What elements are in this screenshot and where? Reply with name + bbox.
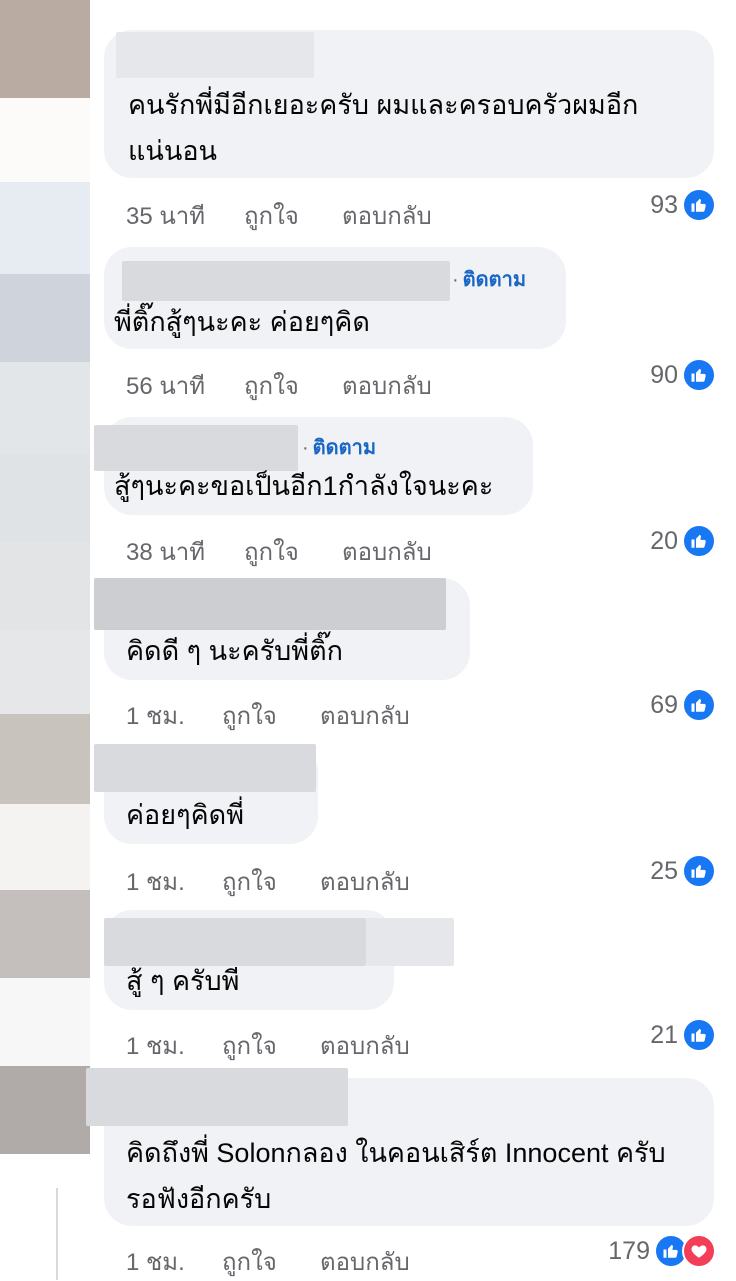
heart-icon — [682, 1234, 716, 1268]
comment-text: ค่อยๆคิดพี่ — [126, 800, 244, 830]
comment-actions: 56 นาที ถูกใจ ตอบกลับ — [126, 366, 432, 405]
comment-actions: 1 ชม. ถูกใจ ตอบกลับ — [126, 1242, 410, 1281]
avatar[interactable] — [0, 454, 90, 542]
follow-link[interactable]: · ติดตาม — [302, 431, 376, 463]
commenter-name-blurred[interactable] — [116, 32, 314, 78]
follow-label: ติดตาม — [312, 437, 377, 459]
comment-bubble[interactable]: สู้ ๆ ครับพี — [104, 910, 454, 1010]
reply-button[interactable]: ตอบกลับ — [342, 532, 432, 571]
comment-actions: 1 ชม. ถูกใจ ตอบกลับ — [126, 1026, 410, 1065]
comment-text: คนรักพี่มีอีกเยอะครับ ผมและครอบครัวผมอีก… — [128, 90, 639, 166]
avatar — [0, 804, 90, 890]
comment-actions: 1 ชม. ถูกใจ ตอบกลับ — [126, 696, 410, 735]
comment-text: สู้ๆนะคะขอเป็นอีก1กำลังใจนะคะ — [114, 471, 494, 501]
avatar[interactable] — [0, 182, 90, 274]
comment-text: สู้ ๆ ครับพี — [126, 966, 240, 996]
comment-time[interactable]: 1 ชม. — [126, 1026, 222, 1065]
like-button[interactable]: ถูกใจ — [222, 1242, 320, 1281]
comment-actions: 38 นาที ถูกใจ ตอบกลับ — [126, 532, 432, 571]
avatar[interactable] — [0, 714, 90, 804]
like-button[interactable]: ถูกใจ — [244, 532, 342, 571]
avatar[interactable] — [0, 890, 90, 978]
avatar-strip — [0, 0, 90, 1280]
reaction-count[interactable]: 90 — [650, 358, 716, 392]
reaction-count[interactable]: 25 — [650, 854, 716, 888]
reaction-count[interactable]: 21 — [650, 1018, 716, 1052]
thumbs-up-icon — [682, 1018, 716, 1052]
comment-bubble[interactable]: ค่อยๆคิดพี่ — [94, 744, 318, 844]
like-button[interactable]: ถูกใจ — [222, 1026, 320, 1065]
comment-text: คิดดี ๆ นะครับพี่ติ๊ก — [126, 636, 343, 666]
avatar[interactable] — [0, 1066, 90, 1154]
comment-time[interactable]: 35 นาที — [126, 196, 244, 235]
comment-time[interactable]: 1 ชม. — [126, 862, 222, 901]
commenter-name-blurred[interactable] — [86, 1068, 348, 1126]
comment-bubble[interactable]: คิดถึงพี่ Solonกลอง ในคอนเสิร์ต Innocent… — [86, 1068, 714, 1226]
avatar — [0, 98, 90, 182]
reaction-number: 179 — [608, 1236, 650, 1265]
like-button[interactable]: ถูกใจ — [244, 366, 342, 405]
commenter-name-blurred[interactable] — [94, 578, 446, 630]
reply-button[interactable]: ตอบกลับ — [342, 196, 432, 235]
thumbs-up-icon — [682, 188, 716, 222]
comment-time[interactable]: 1 ชม. — [126, 1242, 222, 1281]
reply-button[interactable]: ตอบกลับ — [320, 1242, 410, 1281]
like-button[interactable]: ถูกใจ — [222, 696, 320, 735]
comment-text: พี่ติ๊กสู้ๆนะคะ ค่อยๆคิด — [114, 307, 370, 337]
reaction-count[interactable]: 69 — [650, 688, 716, 722]
avatar[interactable] — [0, 0, 90, 98]
comment-bubble[interactable]: คนรักพี่มีอีกเยอะครับ ผมและครอบครัวผมอีก… — [104, 30, 714, 178]
thumbs-up-icon — [682, 688, 716, 722]
comment-bubble[interactable]: · ติดตาม สู้ๆนะคะขอเป็นอีก1กำลังใจนะคะ — [94, 417, 533, 515]
thumbs-up-icon — [682, 524, 716, 558]
commenter-name-blurred — [366, 918, 454, 966]
thumbs-up-icon — [682, 358, 716, 392]
avatar[interactable] — [0, 630, 90, 714]
reaction-count[interactable]: 20 — [650, 524, 716, 558]
commenter-name-blurred[interactable] — [94, 744, 316, 792]
like-button[interactable]: ถูกใจ — [244, 196, 342, 235]
thumbs-up-icon — [682, 854, 716, 888]
reaction-number: 69 — [650, 690, 678, 719]
avatar — [0, 362, 90, 454]
reaction-count[interactable]: 179 — [608, 1234, 716, 1268]
avatar — [0, 978, 90, 1066]
comment-actions: 1 ชม. ถูกใจ ตอบกลับ — [126, 862, 410, 901]
comment-actions: 35 นาที ถูกใจ ตอบกลับ — [126, 196, 432, 235]
avatar[interactable] — [0, 274, 90, 362]
like-button[interactable]: ถูกใจ — [222, 862, 320, 901]
commenter-name-blurred[interactable] — [122, 261, 450, 301]
thread-line — [56, 1188, 58, 1280]
reply-button[interactable]: ตอบกลับ — [320, 1026, 410, 1065]
reaction-number: 93 — [650, 190, 678, 219]
reply-button[interactable]: ตอบกลับ — [320, 862, 410, 901]
reaction-number: 21 — [650, 1020, 678, 1049]
follow-label: ติดตาม — [462, 269, 527, 291]
reaction-number: 25 — [650, 856, 678, 885]
avatar — [0, 1154, 90, 1280]
comment-time[interactable]: 56 นาที — [126, 366, 244, 405]
follow-link[interactable]: · ติดตาม — [452, 263, 526, 295]
comment-text: คิดถึงพี่ Solonกลอง ในคอนเสิร์ต Innocent… — [126, 1138, 666, 1214]
reaction-count[interactable]: 93 — [650, 188, 716, 222]
comment-time[interactable]: 1 ชม. — [126, 696, 222, 735]
reaction-number: 20 — [650, 526, 678, 555]
comment-bubble[interactable]: คิดดี ๆ นะครับพี่ติ๊ก — [94, 578, 470, 680]
comment-bubble[interactable]: · ติดตาม พี่ติ๊กสู้ๆนะคะ ค่อยๆคิด — [104, 247, 566, 349]
reply-button[interactable]: ตอบกลับ — [320, 696, 410, 735]
comment-time[interactable]: 38 นาที — [126, 532, 244, 571]
reaction-number: 90 — [650, 360, 678, 389]
reply-button[interactable]: ตอบกลับ — [342, 366, 432, 405]
avatar — [0, 542, 90, 630]
